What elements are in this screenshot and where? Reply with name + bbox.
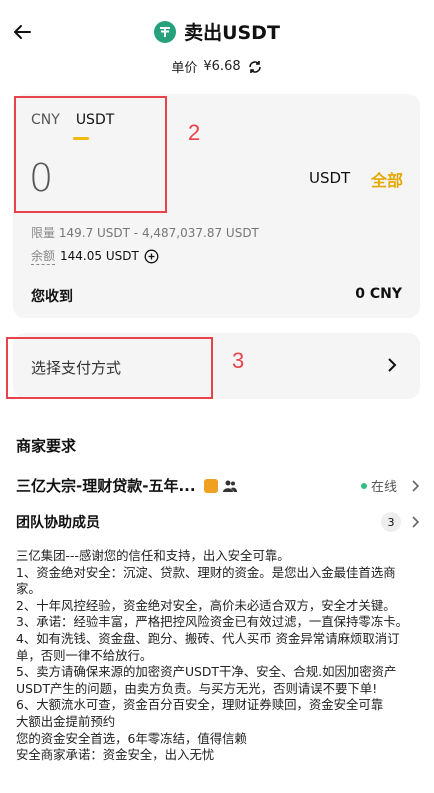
header: 卖出USDT 单价 ¥6.68 [0, 0, 434, 90]
terms-line: 5、卖方请确保来源的加密资产USDT干净、安全、合规.如因加密资产USDT产生的… [16, 664, 397, 696]
page-title: 卖出USDT [184, 22, 280, 44]
balance-value: 144.05 USDT [60, 249, 139, 263]
balance-row: 余额 144.05 USDT [31, 247, 159, 265]
team-count-badge: 3 [381, 512, 401, 532]
team-row[interactable]: 团队协助成员 3 [16, 512, 420, 532]
annotation-box-2 [14, 96, 167, 213]
terms-line: 您的资金安全首选，6年零冻结，值得信赖 [16, 730, 247, 746]
add-circle-icon[interactable] [144, 249, 159, 264]
chevron-right-icon [412, 516, 420, 528]
price-value: ¥6.68 [203, 59, 241, 74]
terms-line: 6、大额流水可查，资金百分百安全，理财证券赎回，资金安全可靠 [16, 697, 384, 713]
annotation-label-3: 3 [232, 348, 245, 373]
terms-line: 4、如有洗钱、资金盘、跑分、搬砖、代人买币 资金异常请麻烦取消订单，否则一律不给… [16, 630, 400, 663]
title-wrap: 卖出USDT [0, 18, 434, 45]
annotation-box-3 [6, 337, 213, 399]
people-icon [222, 480, 237, 492]
price-label: 单价 [171, 61, 198, 76]
tether-logo-icon [154, 20, 177, 43]
refresh-icon[interactable] [247, 59, 263, 75]
all-button[interactable]: 全部 [371, 167, 403, 191]
annotation-label-2: 2 [188, 120, 201, 145]
terms-line: 1、资金绝对安全：沉淀、贷款、理财的资金。是您出入金最佳首选商家。 [16, 564, 396, 597]
balance-label: 余额 [31, 249, 56, 265]
chevron-right-icon [412, 479, 420, 492]
receive-row: 您收到 0 CNY [31, 286, 402, 306]
receive-label: 您收到 [31, 289, 73, 305]
merchant-terms: 三亿集团---感谢您的信任和支持，出入安全可靠。 1、资金绝对安全：沉淀、贷款、… [16, 548, 420, 764]
terms-line: 大额出金提前预约 [16, 713, 116, 729]
limit-row: 限量 149.7 USDT - 4,487,037.87 USDT [31, 224, 259, 241]
limit-label: 限量 [31, 226, 56, 240]
terms-line: 3、承诺：经验丰富，严格把控风险资金已有效过滤，一直保持零冻卡。 [16, 614, 408, 630]
price-row: 单价 ¥6.68 [0, 57, 434, 76]
team-label: 团队协助成员 [16, 515, 100, 531]
merchant-row[interactable]: 三亿大宗-理财贷款-五年... 在线 [16, 475, 420, 496]
merchant-badge-icon [203, 478, 218, 493]
terms-line: 三亿集团---感谢您的信任和支持，出入安全可靠。 [16, 548, 290, 563]
terms-line: 2、十年风控经验，资金绝对安全，高价未必适合双方，安全才关键。 [16, 597, 396, 613]
amount-unit: USDT [309, 169, 351, 187]
merchant-name: 三亿大宗-理财贷款-五年... [16, 477, 196, 495]
terms-line: 安全商家承诺：资金安全，出入无忧 [16, 747, 215, 763]
receive-value: 0 CNY [355, 286, 402, 302]
chevron-right-icon [388, 358, 397, 372]
section-title-merchant: 商家要求 [16, 437, 77, 455]
online-status: 在线 [360, 476, 420, 495]
online-label: 在线 [370, 480, 397, 495]
limit-value: 149.7 USDT - 4,487,037.87 USDT [58, 226, 259, 240]
online-dot-icon [360, 482, 367, 489]
